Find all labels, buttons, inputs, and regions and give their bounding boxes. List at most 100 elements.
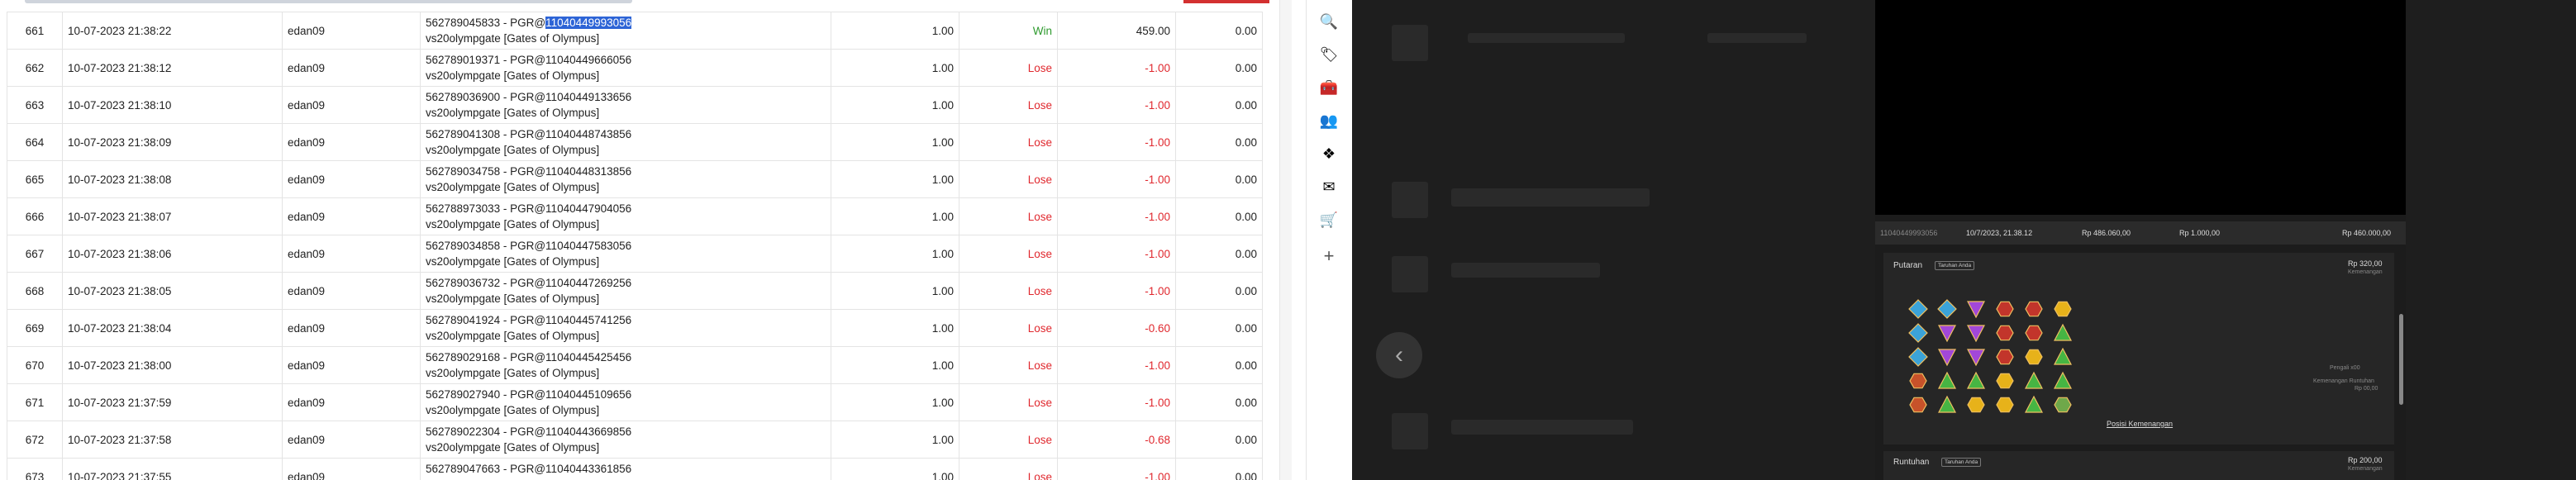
outlook-icon[interactable]: ✉ (1317, 175, 1340, 198)
cell-amt: -1.00 (1057, 458, 1176, 480)
gem-symbol (1908, 323, 1928, 343)
gem-symbol (2054, 347, 2072, 365)
cell-desc: 562788973033 - PGR@11040447904056 vs20oly… (420, 197, 831, 235)
gem-symbol (2025, 349, 2043, 365)
selected-text[interactable]: 11040449993056 (545, 17, 632, 29)
search-icon[interactable]: 🔍 (1317, 10, 1340, 33)
round-win: Rp 460.000,00 (2342, 229, 2392, 237)
table-row[interactable]: 673 10-07-2023 21:37:55 edan09 562789047663… (7, 458, 1263, 480)
tumble-win-text: Kemenangan Runtuhan (2313, 378, 2374, 384)
gem-symbol (1938, 349, 1956, 367)
table-row[interactable]: 662 10-07-2023 21:38:12 edan09 562789019371… (7, 49, 1263, 87)
gem-symbol (1938, 395, 1956, 413)
cell-user: edan09 (282, 86, 421, 124)
slot-reels (1908, 299, 2072, 413)
cell-bet: 1.00 (831, 421, 959, 459)
cell-bal: 0.00 (1175, 272, 1263, 310)
round-id: 11040449993056 (1880, 229, 1938, 237)
cell-date: 10-07-2023 21:38:05 (62, 272, 283, 310)
back-arrow-icon[interactable]: ‹ (1376, 332, 1422, 378)
table-row[interactable]: 663 10-07-2023 21:38:10 edan09 562789036900… (7, 86, 1263, 124)
cell-bet: 1.00 (831, 160, 959, 198)
cell-date: 10-07-2023 21:38:06 (62, 235, 283, 273)
gem-symbol (1908, 299, 1928, 319)
cell-no: 662 (7, 49, 63, 87)
table-row[interactable]: 667 10-07-2023 21:38:06 edan09 562789034858… (7, 235, 1263, 273)
gem-symbol (2025, 301, 2043, 317)
toolbox-icon[interactable]: 🧰 (1317, 76, 1340, 99)
cell-no: 672 (7, 421, 63, 459)
table-row[interactable]: 664 10-07-2023 21:38:09 edan09 562789041308… (7, 123, 1263, 161)
cell-bet: 1.00 (831, 346, 959, 384)
table-row[interactable]: 666 10-07-2023 21:38:07 edan09 562788973033… (7, 197, 1263, 235)
gem-symbol (1967, 325, 1985, 343)
gem-symbol (1996, 397, 2014, 413)
ref-id: 562788973033 - PGR@11040447904056 (426, 202, 632, 215)
ref-id: 562789019371 - PGR@11040449666056 (426, 54, 632, 66)
gem-symbol (1996, 373, 2014, 389)
cell-user: edan09 (282, 309, 421, 347)
multiplier-text: Pengali x00 (2330, 365, 2360, 371)
cell-bet: 1.00 (831, 49, 959, 87)
cell-user: edan09 (282, 197, 421, 235)
gem-symbol (1967, 349, 1985, 367)
cell-desc: 562789041924 - PGR@11040445741256 vs20oly… (420, 309, 831, 347)
cell-desc: 562789041308 - PGR@11040448743856 vs20oly… (420, 123, 831, 161)
gem-symbol (1967, 301, 1985, 319)
cell-bal: 0.00 (1175, 235, 1263, 273)
game-name: vs20olympgate [Gates of Olympus] (426, 32, 600, 45)
spin-sub: Kemenangan (2348, 269, 2383, 275)
cell-res: Lose (959, 346, 1058, 384)
cell-res: Win (959, 12, 1058, 50)
gem-symbol (1938, 325, 1956, 343)
transaction-table: 661 10-07-2023 21:38:22 edan09 562789045833… (7, 12, 1263, 480)
cell-user: edan09 (282, 123, 421, 161)
cell-no: 661 (7, 12, 63, 50)
round-balance: Rp 486.060,00 (2082, 229, 2131, 237)
tag-icon[interactable]: 🏷 (1317, 43, 1340, 66)
table-row[interactable]: 670 10-07-2023 21:38:00 edan09 562789029168… (7, 346, 1263, 384)
cell-bet: 1.00 (831, 12, 959, 50)
cell-bet: 1.00 (831, 272, 959, 310)
table-row[interactable]: 669 10-07-2023 21:38:04 edan09 562789041924… (7, 309, 1263, 347)
gem-symbol (2054, 301, 2072, 317)
ref-id: 562789036900 - PGR@11040449133656 (426, 91, 632, 103)
table-row[interactable]: 661 10-07-2023 21:38:22 edan09 562789045833… (7, 12, 1263, 50)
game-name: vs20olympgate [Gates of Olympus] (426, 144, 600, 156)
cell-bet: 1.00 (831, 383, 959, 421)
game-name: vs20olympgate [Gates of Olympus] (426, 181, 600, 193)
game-history-panel: 11040449993056 10/7/2023, 21.38.12 Rp 48… (1875, 215, 2406, 480)
cell-res: Lose (959, 49, 1058, 87)
win-positions-link[interactable]: Posisi Kemenangan (2107, 420, 2173, 428)
spin-badge: Taruhan Anda (1935, 261, 1975, 270)
cell-bet: 1.00 (831, 86, 959, 124)
table-row[interactable]: 665 10-07-2023 21:38:08 edan09 562789034758… (7, 160, 1263, 198)
cell-date: 10-07-2023 21:38:04 (62, 309, 283, 347)
table-scrollbar[interactable] (1279, 0, 1292, 480)
gem-symbol (1996, 325, 2014, 341)
spin-amount: Rp 320,00 (2348, 259, 2383, 268)
cell-bet: 1.00 (831, 458, 959, 480)
tumble-badge: Taruhan Anda (1941, 458, 1982, 467)
panel-scrollbar[interactable] (2399, 314, 2403, 405)
cell-date: 10-07-2023 21:38:10 (62, 86, 283, 124)
cell-user: edan09 (282, 235, 421, 273)
cell-amt: -1.00 (1057, 272, 1176, 310)
copilot-icon[interactable]: ❖ (1317, 142, 1340, 165)
tumble-win-amount: Rp 00,00 (2355, 386, 2378, 392)
cell-bal: 0.00 (1175, 458, 1263, 480)
gem-symbol (1967, 397, 1985, 413)
header-action-strip[interactable] (1183, 0, 1269, 3)
table-row[interactable]: 672 10-07-2023 21:37:58 edan09 562789022304… (7, 421, 1263, 459)
cell-res: Lose (959, 421, 1058, 459)
shopping-icon[interactable]: 🛒 (1317, 208, 1340, 231)
table-row[interactable]: 668 10-07-2023 21:38:05 edan09 562789036732… (7, 272, 1263, 310)
game-name: vs20olympgate [Gates of Olympus] (426, 292, 600, 305)
cell-no: 670 (7, 346, 63, 384)
cell-date: 10-07-2023 21:37:58 (62, 421, 283, 459)
table-row[interactable]: 671 10-07-2023 21:37:59 edan09 562789027940… (7, 383, 1263, 421)
add-icon[interactable]: + (1317, 245, 1340, 268)
cell-bal: 0.00 (1175, 12, 1263, 50)
cell-res: Lose (959, 458, 1058, 480)
people-icon[interactable]: 👥 (1317, 109, 1340, 132)
